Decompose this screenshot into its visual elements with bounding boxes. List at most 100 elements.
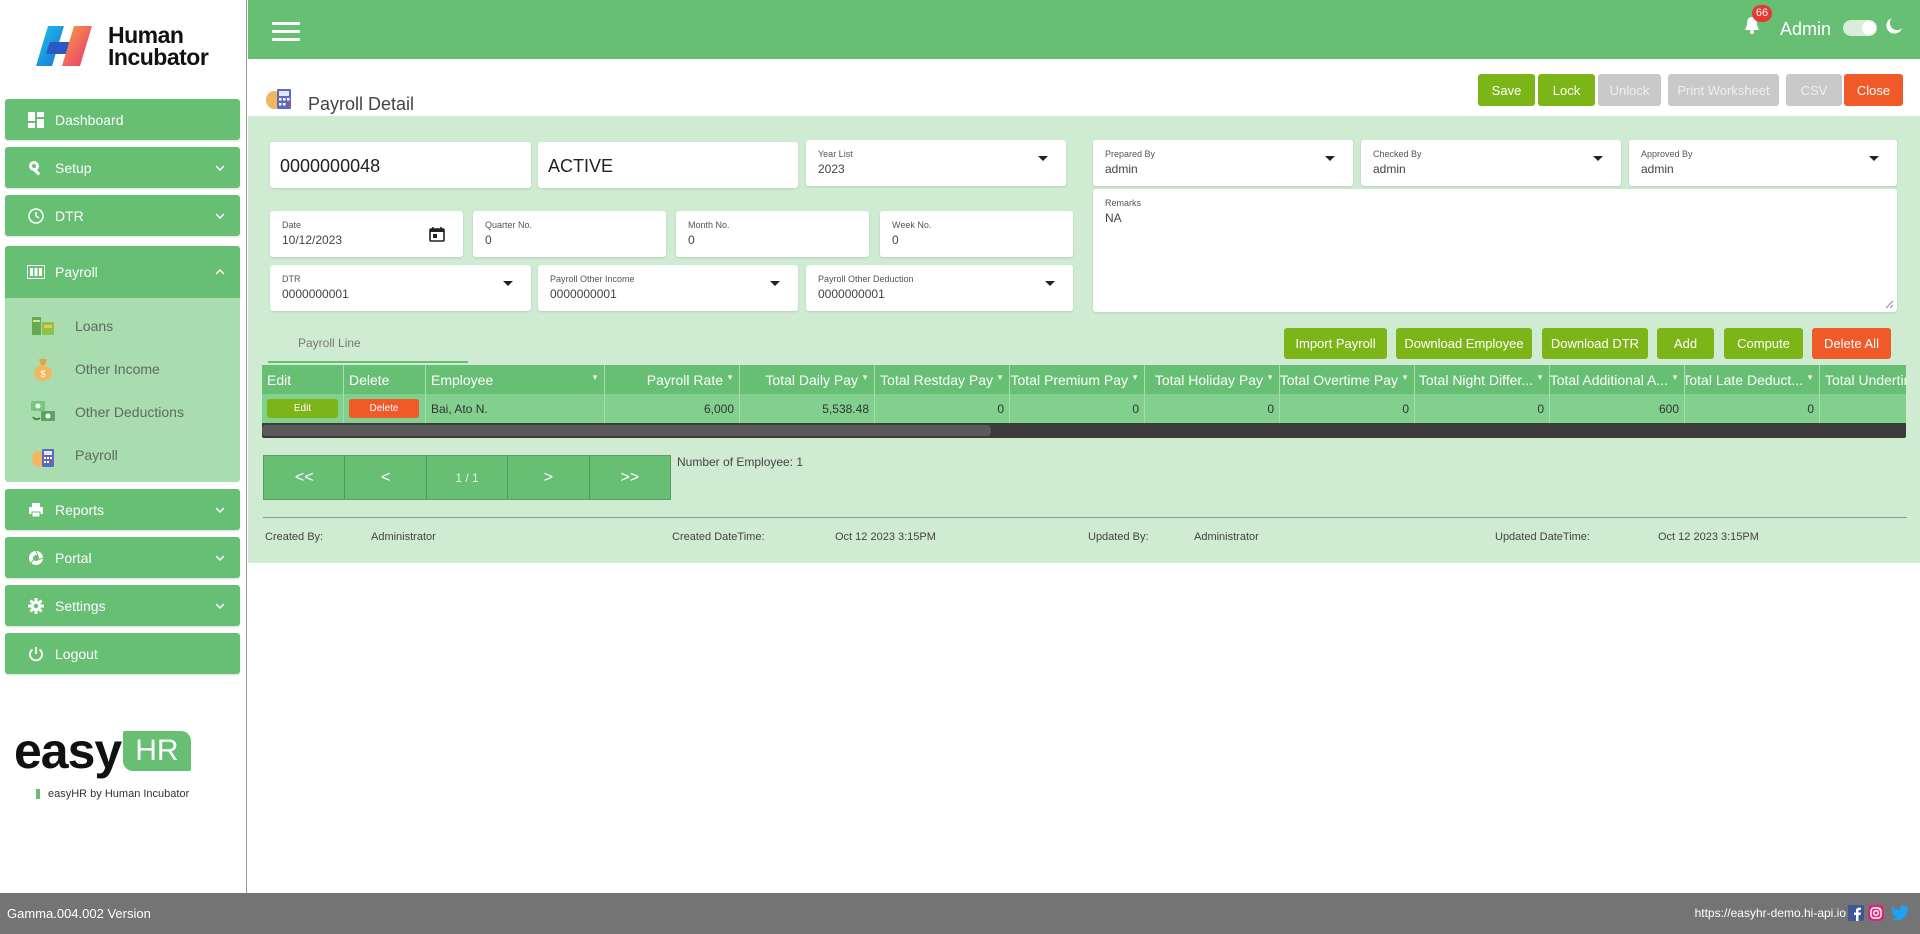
dtr-value: 0000000001 [282,287,349,301]
download-dtr-button[interactable]: Download DTR [1542,328,1648,359]
import-payroll-button[interactable]: Import Payroll [1284,328,1387,359]
cell-total-premium-pay: 0 [1010,394,1145,423]
user-name[interactable]: Admin [1780,19,1831,40]
filter-icon[interactable]: ▼ [591,373,599,382]
column-header-total-night-differential[interactable]: Total Night Differ... ▼ [1415,365,1550,394]
approved-by-select[interactable]: Approved By admin [1629,140,1897,186]
sidebar-item-settings[interactable]: Settings [5,585,240,626]
previous-page-button[interactable]: < [345,456,427,499]
dtr-select[interactable]: DTR 0000000001 [270,265,531,311]
clock-icon [27,207,45,225]
filter-icon[interactable]: ▼ [726,373,734,382]
dropdown-caret-icon [1593,156,1603,161]
first-page-button[interactable]: << [264,456,346,499]
page-indicator: 1 / 1 [426,456,509,499]
cell-total-undertime [1820,394,1906,423]
site-url-link[interactable]: https://easyhr-demo.hi-api.io [1695,906,1846,920]
compute-button[interactable]: Compute [1724,328,1803,359]
delete-all-button[interactable]: Delete All [1812,328,1891,359]
resize-handle-icon[interactable] [1885,300,1894,309]
remarks-label: Remarks [1105,198,1142,208]
hamburger-menu-icon[interactable] [272,22,300,42]
column-header-total-additional-allowance[interactable]: Total Additional A... ▼ [1550,365,1685,394]
tab-payroll-line[interactable]: Payroll Line [298,336,361,350]
theme-toggle[interactable] [1843,20,1877,36]
instagram-icon[interactable] [1868,905,1884,921]
year-list-select[interactable]: Year List 2023 [806,140,1066,186]
unlock-button[interactable]: Unlock [1598,74,1661,106]
status-field[interactable]: ACTIVE [538,142,798,188]
dropdown-caret-icon [1325,156,1335,161]
filter-icon[interactable]: ▼ [1536,373,1544,382]
filter-icon[interactable]: ▼ [996,373,1004,382]
submenu-item-other-income[interactable]: $ Other Income [5,347,240,390]
row-delete-button[interactable]: Delete [349,399,419,418]
sidebar-item-dashboard[interactable]: Dashboard [5,99,240,140]
column-header-employee[interactable]: Employee ▼ [426,365,605,394]
sidebar-item-reports[interactable]: Reports [5,489,240,530]
other-deduction-select[interactable]: Payroll Other Deduction 0000000001 [806,265,1073,311]
filter-icon[interactable]: ▼ [1401,373,1409,382]
row-edit-button[interactable]: Edit [267,399,338,418]
submenu-item-payroll[interactable]: Payroll [5,433,240,476]
sidebar-item-payroll[interactable]: Payroll [5,246,240,298]
quarter-number-field[interactable]: Quarter No. 0 [473,211,666,257]
column-header-label: Delete [349,371,390,388]
tab-underline [268,361,468,363]
checked-by-value: admin [1373,162,1406,176]
lock-button[interactable]: Lock [1538,74,1595,106]
print-worksheet-button[interactable]: Print Worksheet [1668,74,1779,106]
quarter-value: 0 [485,233,492,247]
add-button[interactable]: Add [1657,328,1714,359]
column-header-total-restday-pay[interactable]: Total Restday Pay ▼ [875,365,1010,394]
calendar-icon[interactable] [429,226,445,242]
sidebar-item-dtr[interactable]: DTR [5,195,240,236]
filter-icon[interactable]: ▼ [861,373,869,382]
filter-icon[interactable]: ▼ [1806,373,1814,382]
close-button[interactable]: Close [1844,74,1903,106]
table-row: Edit Delete Bai, Ato N. 6,000 5,538.48 0… [262,394,1906,423]
date-field[interactable]: Date 10/12/2023 [270,211,463,257]
filter-icon[interactable]: ▼ [1131,373,1139,382]
save-button[interactable]: Save [1478,74,1535,106]
payroll-number-field[interactable]: 0000000048 [270,142,531,188]
column-header-payroll-rate[interactable]: Payroll Rate ▼ [605,365,740,394]
column-header-label: Total Holiday Pay [1154,371,1263,388]
column-header-total-overtime-pay[interactable]: Total Overtime Pay ▼ [1280,365,1415,394]
printer-icon [27,501,45,519]
sidebar-item-label: DTR [55,207,84,224]
week-number-field[interactable]: Week No. 0 [880,211,1073,257]
column-header-total-undertime[interactable]: Total Undertim [1820,365,1906,394]
month-number-field[interactable]: Month No. 0 [676,211,869,257]
human-incubator-logo-icon [36,26,92,66]
column-header-total-daily-pay[interactable]: Total Daily Pay ▼ [740,365,875,394]
column-header-total-premium-pay[interactable]: Total Premium Pay ▼ [1010,365,1145,394]
download-employee-button[interactable]: Download Employee [1396,328,1532,359]
column-header-total-holiday-pay[interactable]: Total Holiday Pay ▼ [1145,365,1280,394]
checked-by-select[interactable]: Checked By admin [1361,140,1621,186]
dtr-label: DTR [282,274,301,284]
sidebar-item-portal[interactable]: Portal [5,537,240,578]
sidebar-item-setup[interactable]: Setup [5,147,240,188]
facebook-icon[interactable] [1848,905,1864,921]
filter-icon[interactable]: ▼ [1671,373,1679,382]
updated-datetime-value: Oct 12 2023 3:15PM [1658,531,1759,543]
grid-horizontal-scrollbar[interactable] [262,423,1906,438]
filter-icon[interactable]: ▼ [1266,373,1274,382]
brand-name-line1: Human [108,22,184,48]
scrollbar-thumb[interactable] [262,425,991,436]
twitter-icon[interactable] [1890,905,1910,921]
submenu-item-loans[interactable]: Loans [5,304,240,347]
submenu-item-other-deductions[interactable]: Other Deductions [5,390,240,433]
last-page-button[interactable]: >> [589,456,671,499]
divider [263,517,1907,518]
other-income-select[interactable]: Payroll Other Income 0000000001 [538,265,798,311]
column-header-total-late-deduction[interactable]: Total Late Deduct... ▼ [1685,365,1820,394]
sidebar-item-logout[interactable]: Logout [5,633,240,674]
csv-button[interactable]: CSV [1786,74,1842,106]
next-page-button[interactable]: > [508,456,590,499]
cell-total-overtime-pay: 0 [1280,394,1415,423]
prepared-by-select[interactable]: Prepared By admin [1093,140,1353,186]
cell-total-late-deduction: 0 [1685,394,1820,423]
remarks-textarea[interactable]: Remarks NA [1093,189,1897,312]
